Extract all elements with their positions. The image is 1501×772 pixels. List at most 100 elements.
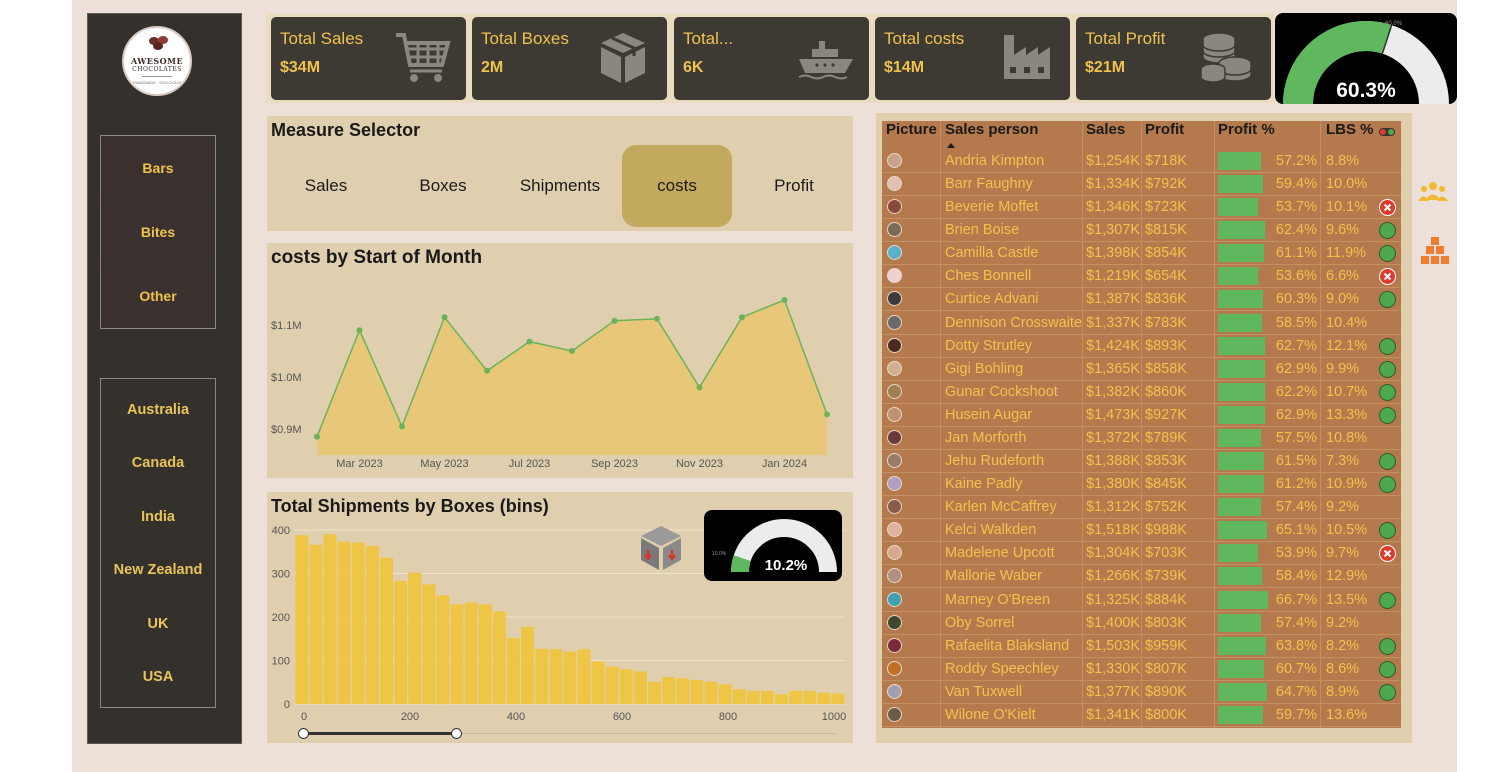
measure-option-boxes[interactable]: Boxes <box>388 145 498 227</box>
data-point[interactable] <box>484 367 490 374</box>
histogram-bar[interactable] <box>394 580 408 704</box>
slicer-item-india[interactable]: India <box>101 509 215 525</box>
table-row[interactable]: Curtice Advani $1,387K $836K 60.3% 9.0% <box>882 288 1401 312</box>
data-point[interactable] <box>781 297 788 304</box>
histogram-bar[interactable] <box>591 661 605 704</box>
col-header-sales-person[interactable]: Sales person <box>945 121 1038 143</box>
data-point[interactable] <box>569 348 575 354</box>
histogram-bar[interactable] <box>775 694 788 704</box>
col-header-profit-pct[interactable]: Profit % <box>1218 121 1275 143</box>
histogram-bar[interactable] <box>676 678 690 704</box>
data-point[interactable] <box>824 411 830 418</box>
histogram-bar[interactable] <box>704 681 718 704</box>
table-row[interactable]: Roddy Speechley $1,330K $807K 60.7% 8.6% <box>882 658 1401 681</box>
table-row[interactable]: Jehu Rudeforth $1,388K $853K 61.5% 7.3% <box>882 450 1401 474</box>
histogram-bar[interactable] <box>690 680 704 704</box>
table-row[interactable]: Marney O'Breen $1,325K $884K 66.7% 13.5% <box>882 589 1401 612</box>
histogram-bar[interactable] <box>408 572 422 704</box>
kpi-card-total-costs[interactable]: Total costs $14M <box>875 17 1070 100</box>
histogram-bar[interactable] <box>732 689 746 704</box>
kpi-card-total-profit[interactable]: Total Profit $21M <box>1076 17 1271 100</box>
table-row[interactable]: Gunar Cockshoot $1,382K $860K 62.2% 10.7% <box>882 381 1401 404</box>
histogram-bar[interactable] <box>803 690 817 704</box>
table-row[interactable]: Oby Sorrel $1,400K $803K 57.4% 9.2% <box>882 612 1401 635</box>
histogram-bar[interactable] <box>549 649 563 704</box>
kpi-card-total-boxes[interactable]: Total Boxes 2M <box>472 17 667 100</box>
histogram-bar[interactable] <box>422 584 436 704</box>
histogram-bar[interactable] <box>492 611 506 704</box>
table-row[interactable]: Dotty Strutley $1,424K $893K 62.7% 12.1% <box>882 335 1401 358</box>
lbs-gauge-card[interactable]: 10.0% 10.2% <box>704 510 842 581</box>
table-row[interactable]: Jan Morforth $1,372K $789K 57.5% 10.8% <box>882 427 1401 450</box>
data-point[interactable] <box>526 338 533 345</box>
table-row[interactable]: Andria Kimpton $1,254K $718K 57.2% 8.8% <box>882 150 1401 173</box>
boxes-stack-icon[interactable] <box>1420 236 1450 266</box>
profit-gauge-card[interactable]: 60.0% 60.3% <box>1275 13 1457 105</box>
histogram-bar[interactable] <box>450 604 464 704</box>
measure-option-sales[interactable]: Sales <box>271 145 381 227</box>
data-point[interactable] <box>356 327 363 334</box>
table-row[interactable]: Camilla Castle $1,398K $854K 61.1% 11.9% <box>882 242 1401 266</box>
slicer-item-canada[interactable]: Canada <box>101 455 215 471</box>
histogram-bar[interactable] <box>746 690 760 704</box>
table-row[interactable]: Ches Bonnell $1,219K $654K 53.6% 6.6% <box>882 265 1401 289</box>
table-row[interactable]: Kelci Walkden $1,518K $988K 65.1% 10.5% <box>882 519 1401 543</box>
histogram-bar[interactable] <box>337 541 351 704</box>
table-row[interactable]: Brien Boise $1,307K $815K 62.4% 9.6% <box>882 219 1401 243</box>
histogram-bar[interactable] <box>789 690 802 704</box>
histogram-bar[interactable] <box>323 534 337 704</box>
histogram-bar[interactable] <box>309 544 323 704</box>
histogram-bar[interactable] <box>662 677 676 704</box>
table-row[interactable]: Madelene Upcott $1,304K $703K 53.9% 9.7% <box>882 542 1401 566</box>
data-point[interactable] <box>739 314 745 321</box>
table-row[interactable]: Wilone O'Kielt $1,341K $800K 59.7% 13.6% <box>882 704 1401 727</box>
data-point[interactable] <box>611 317 618 324</box>
histogram-bar[interactable] <box>436 595 450 705</box>
slicer-item-bites[interactable]: Bites <box>101 202 215 262</box>
col-header-picture[interactable]: Picture <box>886 121 937 143</box>
histogram-bar[interactable] <box>817 692 831 704</box>
data-point[interactable] <box>696 384 703 391</box>
histogram-bar[interactable] <box>535 648 549 704</box>
slicer-item-other[interactable]: Other <box>101 266 215 326</box>
range-slider-handle-max[interactable] <box>451 728 462 739</box>
slicer-item-new-zealand[interactable]: New Zealand <box>101 562 215 578</box>
table-row[interactable]: Dennison Crosswaite $1,337K $783K 58.5% 10.4… <box>882 312 1401 335</box>
costs-area-chart[interactable]: $0.9M $1.0M $1.1M Mar 2023 May 2023 Jul 2023 S… <box>267 243 853 478</box>
slicer-item-australia[interactable]: Australia <box>101 402 215 418</box>
histogram-bar[interactable] <box>718 684 732 704</box>
table-row[interactable]: Beverie Moffet $1,346K $723K 53.7% 10.1% <box>882 196 1401 220</box>
histogram-bar[interactable] <box>619 669 633 704</box>
histogram-bar[interactable] <box>464 602 478 704</box>
histogram-bar[interactable] <box>507 637 520 704</box>
histogram-bar[interactable] <box>760 690 774 704</box>
slicer-item-bars[interactable]: Bars <box>101 138 215 198</box>
histogram-bar[interactable] <box>605 666 619 704</box>
histogram-bar[interactable] <box>634 671 647 704</box>
data-point[interactable] <box>399 423 405 430</box>
table-row[interactable]: Rafaelita Blaksland $1,503K $959K 63.8% 8.2% <box>882 635 1401 658</box>
table-row[interactable]: Karlen McCaffrey $1,312K $752K 57.4% 9.2% <box>882 496 1401 520</box>
histogram-bar[interactable] <box>351 542 365 704</box>
data-point[interactable] <box>654 315 660 322</box>
table-row[interactable]: Mallorie Waber $1,266K $739K 58.4% 12.9% <box>882 565 1401 589</box>
col-header-profit[interactable]: Profit <box>1145 121 1184 143</box>
measure-option-costs[interactable]: costs <box>622 145 732 227</box>
people-icon[interactable] <box>1418 180 1448 204</box>
histogram-bar[interactable] <box>648 681 661 704</box>
histogram-bar[interactable] <box>295 535 309 704</box>
histogram-bar[interactable] <box>366 546 379 704</box>
table-row[interactable]: Kaine Padly $1,380K $845K 61.2% 10.9% <box>882 473 1401 497</box>
measure-option-profit[interactable]: Profit <box>739 145 849 227</box>
histogram-bar[interactable] <box>563 651 577 704</box>
histogram-bar[interactable] <box>380 557 393 704</box>
kpi-card-total-shipments[interactable]: Total... 6K <box>674 17 869 100</box>
col-header-sales[interactable]: Sales <box>1086 121 1125 143</box>
table-row[interactable]: Husein Augar $1,473K $927K 62.9% 13.3% <box>882 404 1401 427</box>
measure-option-shipments[interactable]: Shipments <box>505 145 615 227</box>
slicer-item-usa[interactable]: USA <box>101 669 215 685</box>
histogram-bar[interactable] <box>521 627 534 704</box>
table-row[interactable]: Barr Faughny $1,334K $792K 59.4% 10.0% <box>882 173 1401 197</box>
col-header-lbs-pct[interactable]: LBS % <box>1326 121 1374 143</box>
table-row[interactable]: Van Tuxwell $1,377K $890K 64.7% 8.9% <box>882 681 1401 704</box>
